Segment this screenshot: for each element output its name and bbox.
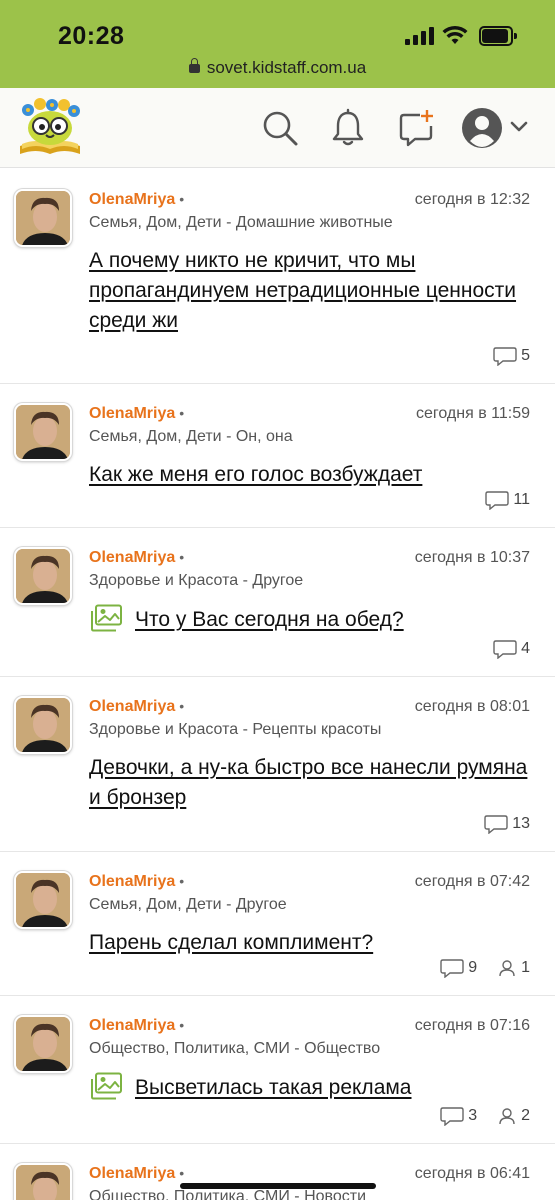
chevron-down-icon	[510, 121, 528, 132]
author-link[interactable]: OlenaMriya	[89, 191, 175, 208]
post-meta: OlenaMriya • сегодня в 11:59	[89, 405, 530, 422]
timestamp: сегодня в 07:42	[414, 873, 530, 890]
user-menu[interactable]	[461, 105, 533, 151]
avatar[interactable]	[14, 547, 72, 605]
cellular-signal-icon	[405, 27, 435, 45]
lock-icon	[188, 58, 200, 73]
timestamp: сегодня в 12:32	[414, 191, 530, 208]
author-link[interactable]: OlenaMriya	[89, 698, 175, 715]
post-item: OlenaMriya • сегодня в 12:32 Семья, Дом, …	[0, 170, 555, 384]
post-stats: 13	[464, 814, 530, 834]
battery-icon	[479, 26, 517, 46]
comment-icon	[493, 347, 517, 366]
post-item: OlenaMriya • сегодня в 08:01 Здоровье и К…	[0, 677, 555, 852]
wifi-icon	[442, 25, 468, 44]
comments-count[interactable]: 11	[485, 490, 530, 510]
comment-icon	[493, 640, 517, 659]
status-bar: 20:28 sovet.kidstaff.com.ua	[0, 0, 555, 88]
author-link[interactable]: OlenaMriya	[89, 873, 175, 890]
timestamp: сегодня в 08:01	[414, 698, 530, 715]
comments-count[interactable]: 5	[493, 346, 530, 366]
post-item: OlenaMriya • сегодня в 10:37 Здоровье и К…	[0, 528, 555, 677]
participants-count[interactable]: 2	[497, 1107, 530, 1125]
category-link[interactable]: Семья, Дом, Дети - Домашние животные	[89, 214, 393, 232]
category-link[interactable]: Здоровье и Красота - Рецепты красоты	[89, 721, 381, 739]
comments-count[interactable]: 13	[484, 814, 530, 834]
comments-count[interactable]: 4	[493, 639, 530, 659]
post-stats: 5	[473, 346, 530, 366]
post-meta: OlenaMriya • сегодня в 08:01	[89, 698, 530, 715]
post-stats: 3 2	[420, 1106, 530, 1126]
image-icon	[91, 1072, 122, 1100]
avatar[interactable]	[14, 189, 72, 247]
site-header	[0, 88, 555, 168]
author-link[interactable]: OlenaMriya	[89, 405, 175, 422]
post-meta: OlenaMriya • сегодня в 12:32	[89, 191, 530, 208]
image-icon	[91, 604, 122, 632]
author-link[interactable]: OlenaMriya	[89, 1165, 175, 1182]
url-text: sovet.kidstaff.com.ua	[206, 58, 367, 77]
author-link[interactable]: OlenaMriya	[89, 549, 175, 566]
category-link[interactable]: Общество, Политика, СМИ - Новости	[89, 1188, 366, 1200]
user-icon	[499, 960, 515, 977]
avatar[interactable]	[14, 1015, 72, 1073]
book-owl-logo[interactable]	[16, 96, 84, 158]
post-item: OlenaMriya • сегодня в 11:59 Семья, Дом, …	[0, 384, 555, 528]
search-icon[interactable]	[260, 108, 300, 148]
category-link[interactable]: Здоровье и Красота - Другое	[89, 572, 303, 590]
post-meta: OlenaMriya • сегодня в 10:37	[89, 549, 530, 566]
url-bar[interactable]: sovet.kidstaff.com.ua	[0, 58, 555, 78]
post-title-link[interactable]: Парень сделал комплимент?	[89, 931, 373, 954]
comment-icon	[440, 1107, 464, 1126]
post-title-link[interactable]: Высветилась такая реклама	[135, 1076, 412, 1099]
timestamp: сегодня в 07:16	[414, 1017, 530, 1034]
post-item: OlenaMriya • сегодня в 07:42 Семья, Дом, …	[0, 852, 555, 996]
comment-icon	[485, 491, 510, 510]
avatar[interactable]	[14, 1163, 72, 1200]
avatar[interactable]	[14, 696, 72, 754]
post-meta: OlenaMriya • сегодня в 06:41	[89, 1165, 530, 1182]
post-item: OlenaMriya • сегодня в 06:41 Общество, По…	[0, 1144, 555, 1200]
post-title-link[interactable]: А почему никто не кричит, что мы пропага…	[89, 249, 516, 332]
timestamp: сегодня в 11:59	[415, 405, 530, 422]
post-stats: 11	[465, 490, 530, 510]
author-link[interactable]: OlenaMriya	[89, 1017, 175, 1034]
timestamp: сегодня в 10:37	[414, 549, 530, 566]
avatar[interactable]	[14, 871, 72, 929]
comment-icon	[484, 815, 508, 834]
post-title-link[interactable]: Что у Вас сегодня на обед?	[135, 608, 404, 631]
home-indicator[interactable]	[180, 1183, 376, 1189]
post-stats: 4	[473, 639, 530, 659]
comments-count[interactable]: 3	[440, 1106, 477, 1126]
category-link[interactable]: Семья, Дом, Дети - Другое	[89, 896, 287, 914]
chat-add-icon[interactable]	[396, 108, 436, 148]
post-feed: OlenaMriya • сегодня в 12:32 Семья, Дом, …	[0, 170, 555, 1200]
category-link[interactable]: Семья, Дом, Дети - Он, она	[89, 428, 293, 446]
post-title-link[interactable]: Девочки, а ну-ка быстро все нанесли румя…	[89, 756, 527, 809]
category-link[interactable]: Общество, Политика, СМИ - Общество	[89, 1040, 380, 1058]
timestamp: сегодня в 06:41	[414, 1165, 530, 1182]
user-icon	[499, 1108, 515, 1125]
post-meta: OlenaMriya • сегодня в 07:16	[89, 1017, 530, 1034]
clock: 20:28	[58, 22, 125, 50]
user-avatar-icon	[462, 108, 528, 148]
comments-count[interactable]: 9	[440, 958, 477, 978]
bell-icon[interactable]	[328, 108, 368, 148]
post-title-link[interactable]: Как же меня его голос возбуждает	[89, 463, 422, 486]
participants-count[interactable]: 1	[497, 959, 530, 977]
avatar[interactable]	[14, 403, 72, 461]
post-item: OlenaMriya • сегодня в 07:16 Общество, По…	[0, 996, 555, 1144]
post-meta: OlenaMriya • сегодня в 07:42	[89, 873, 530, 890]
post-stats: 9 1	[420, 958, 530, 978]
comment-icon	[440, 959, 464, 978]
